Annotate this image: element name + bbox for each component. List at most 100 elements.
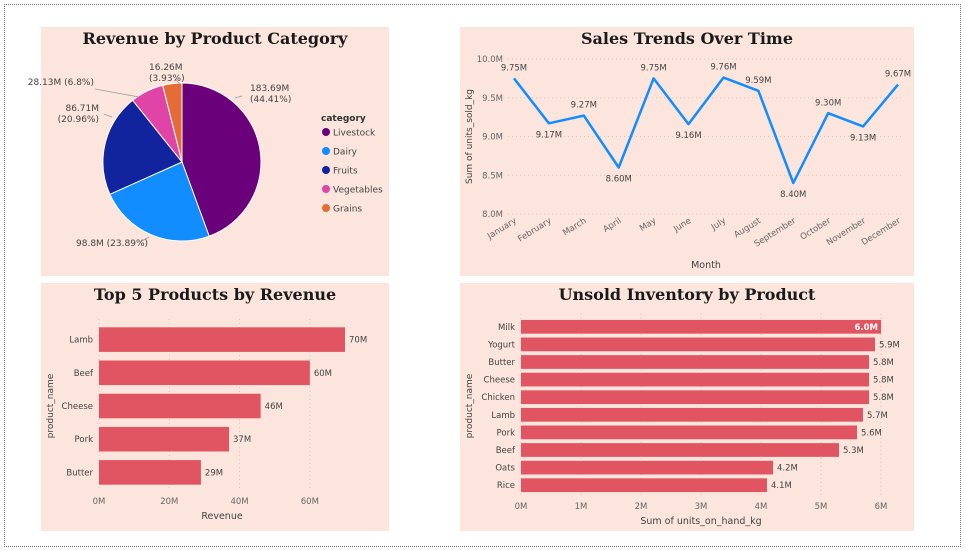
legend-item-dairy[interactable]: Dairy [333, 148, 358, 158]
x-tick-label: 6M [875, 502, 888, 512]
slice-label-line: (20.96%) [58, 115, 99, 125]
bar-beef[interactable] [99, 360, 310, 386]
sales-trends-visual[interactable]: Sales Trends Over Time 8.0M 8.5M 9.0M 9.5M 1… [460, 27, 914, 276]
bar-data-label: 70M [349, 336, 367, 346]
bar-beef[interactable] [521, 443, 839, 457]
y-tick-label: Rice [497, 481, 515, 491]
legend-marker [322, 185, 330, 193]
pie-chart: 183.69M (44.41%) 98.8M (23.89%) 86.71M (20.9… [28, 63, 383, 249]
x-axis-title: Sum of units_on_hand_kg [640, 516, 761, 527]
point-data-label: 8.60M [606, 175, 632, 185]
slice-data-label: 28.13M (6.8%) [28, 78, 94, 88]
bar-butter[interactable] [99, 460, 201, 485]
bar-data-label: 6.0M [854, 323, 878, 333]
x-tick-label: July [709, 216, 728, 233]
bar-butter[interactable] [521, 355, 869, 369]
y-tick-label: Chicken [481, 393, 515, 403]
slice-label-line: (3.93%) [149, 74, 185, 84]
slice-label-line: 183.69M [250, 84, 289, 94]
leader-line [94, 88, 140, 98]
x-tick-label: May [638, 216, 658, 234]
point-data-label: 9.67M [885, 70, 911, 80]
x-tick-label: 1M [575, 502, 588, 512]
leader-line [234, 95, 243, 99]
legend-marker [322, 147, 330, 155]
bar-lamb[interactable] [521, 407, 863, 422]
legend-marker [322, 128, 330, 136]
slice-data-label: 183.69M (44.41%) [250, 84, 291, 105]
bar-data-label: 29M [205, 468, 223, 478]
y-tick-label: Beef [496, 446, 516, 456]
bar-lamb[interactable] [99, 327, 345, 352]
legend-item-vegetables[interactable]: Vegetables [333, 186, 383, 196]
y-tick-label: Butter [488, 358, 515, 368]
bar-data-label: 5.3M [843, 446, 864, 456]
bar-data-label: 5.6M [861, 428, 882, 438]
point-data-label: 9.16M [675, 131, 701, 141]
x-tick-label: 0M [515, 502, 528, 512]
unsold-inventory-visual[interactable]: Unsold Inventory by Product 0M 1M 2M 3M 4M 5M… [460, 283, 914, 531]
bar-pork[interactable] [521, 425, 857, 440]
x-tick-label: 60M [301, 497, 319, 507]
bar-data-label: 5.7M [867, 411, 888, 421]
bar-milk[interactable] [521, 319, 881, 334]
legend-marker [322, 204, 330, 212]
y-axis-title: product_name [46, 373, 56, 438]
bar-rice[interactable] [521, 478, 767, 493]
point-data-label: 9.27M [571, 101, 597, 111]
x-tick-label: February [516, 216, 553, 244]
point-data-label: 9.59M [745, 76, 771, 86]
bar-data-label: 4.1M [771, 481, 792, 491]
bar-data-label: 5.8M [873, 376, 894, 386]
y-tick-label: Yogurt [487, 340, 516, 350]
bar-pork[interactable] [99, 426, 230, 452]
x-axis-title: Month [691, 260, 721, 271]
y-tick-label: 8.0M [482, 210, 503, 220]
y-tick-label: Beef [74, 369, 94, 379]
point-data-label: 8.40M [780, 190, 806, 200]
x-tick-label: June [671, 216, 693, 235]
bar-data-label: 37M [233, 435, 251, 445]
y-tick-label: Cheese [484, 376, 515, 386]
bar-chicken[interactable] [521, 390, 869, 405]
y-tick-label: 9.5M [482, 94, 503, 104]
y-axis-title: Sum of units_sold_kg [465, 89, 475, 184]
x-tick-label: 40M [230, 497, 248, 507]
legend-item-grains[interactable]: Grains [333, 205, 362, 215]
y-tick-label: Pork [75, 435, 94, 445]
slice-label-line: 98.8M (23.89%) [76, 239, 148, 249]
point-data-label: 9.76M [710, 63, 736, 73]
bar-oats[interactable] [521, 460, 773, 475]
x-tick-label: 3M [695, 502, 708, 512]
leader-line [103, 113, 113, 118]
y-tick-label: 10.0M [477, 55, 503, 65]
bar-data-label: 5.8M [873, 393, 894, 403]
bar-data-label: 5.8M [873, 358, 894, 368]
bar-yogurt[interactable] [521, 337, 875, 352]
y-tick-label: Lamb [69, 336, 93, 346]
y-tick-label: Milk [498, 323, 515, 333]
legend-title: category [321, 114, 366, 124]
x-tick-label: 20M [160, 497, 178, 507]
y-axis-title: product_name [465, 373, 475, 438]
sales-line[interactable] [513, 76, 899, 185]
y-tick-label: Pork [497, 428, 516, 438]
point-data-label: 9.13M [850, 133, 876, 143]
y-tick-label: 8.5M [482, 171, 503, 181]
bar-data-label: 4.2M [777, 464, 798, 474]
revenue-by-category-visual[interactable]: Revenue by Product Category 183.69M (44.4… [28, 27, 389, 276]
slice-data-label: 86.71M (20.96%) [58, 104, 99, 125]
y-tick-label: Cheese [62, 402, 93, 412]
x-tick-label: 2M [635, 502, 648, 512]
line-chart: 8.0M8.5M9.0M9.5M10.0M9.75MJanuary9.17MFe… [465, 55, 911, 271]
legend-item-livestock[interactable]: Livestock [333, 129, 376, 139]
slice-label-line: (44.41%) [250, 95, 291, 105]
point-data-label: 9.30M [815, 98, 841, 108]
top-products-visual[interactable]: Top 5 Products by Revenue 0M 20M 40M 60M Lam… [41, 283, 389, 531]
legend-item-fruits[interactable]: Fruits [333, 167, 358, 177]
bar-cheese[interactable] [521, 372, 869, 387]
bar-data-label: 5.9M [879, 340, 900, 350]
legend-marker [322, 166, 330, 174]
bar-chart: 0M 20M 40M 60M Lamb 70M Beef 60M Cheese 46M Pork 37… [46, 319, 367, 522]
bar-cheese[interactable] [99, 393, 261, 419]
